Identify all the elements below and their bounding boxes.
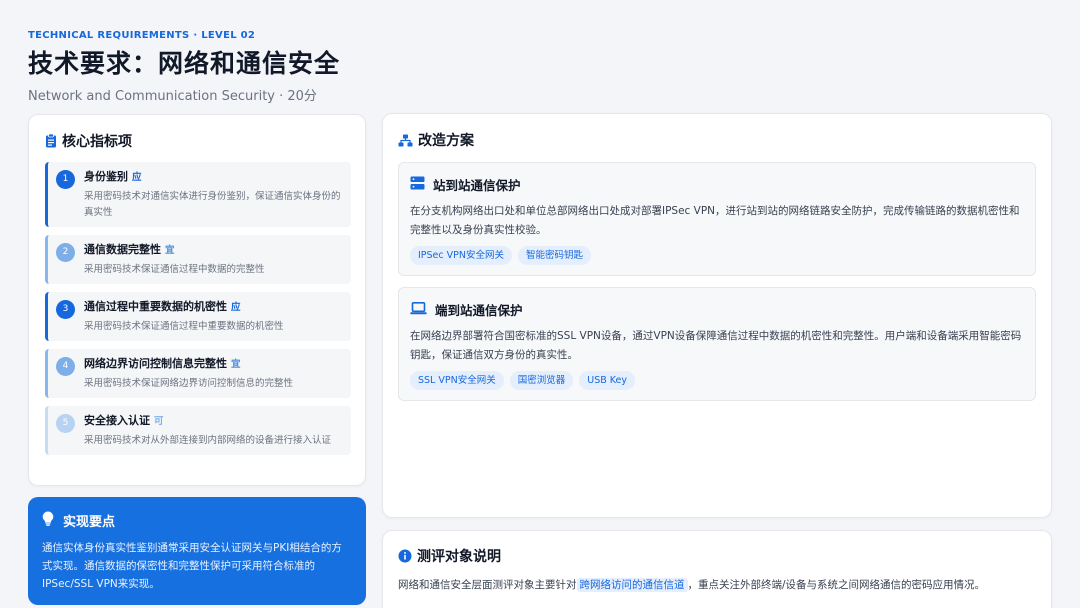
page-title: 技术要求：网络和通信安全	[28, 49, 341, 78]
plan-tags: IPSec VPN安全网关 智能密码钥匙	[410, 246, 1024, 265]
object-text-after: ，重点关注外部终端/设备与系统之间网络通信的密码应用情况。	[687, 579, 986, 591]
indicator-number: 3	[56, 300, 75, 319]
lightbulb-icon	[42, 511, 54, 530]
plans-title: 改造方案	[418, 133, 474, 149]
object-title: 测评对象说明	[417, 549, 501, 565]
indicators-card: 核心指标项 1 身份鉴别应 采用密码技术对通信实体进行身份鉴别，保证通信实体身份…	[28, 114, 366, 486]
indicator-level-tag: 宜	[165, 245, 175, 256]
indicator-level-tag: 可	[154, 416, 164, 427]
object-text: 网络和通信安全层面测评对象主要针对 跨网络访问的通信信道 ，重点关注外部终端/设备与…	[398, 576, 1036, 594]
tag-chip[interactable]: SSL VPN安全网关	[410, 371, 504, 390]
object-text-before: 网络和通信安全层面测评对象主要针对	[398, 579, 577, 591]
indicator-item[interactable]: 3 通信过程中重要数据的机密性应 采用密码技术保证通信过程中重要数据的机密性	[45, 292, 351, 341]
indicator-description: 采用密码技术对从外部连接到内部网络的设备进行接入认证	[84, 435, 332, 446]
indicator-item[interactable]: 5 安全接入认证可 采用密码技术对从外部连接到内部网络的设备进行接入认证	[45, 406, 351, 455]
indicators-title: 核心指标项	[62, 134, 132, 150]
tip-header: 实现要点	[42, 511, 352, 530]
plan-header: 端到站通信保护	[410, 300, 1024, 319]
tag-chip[interactable]: 国密浏览器	[509, 371, 574, 390]
indicators-header: 核心指标项	[45, 131, 351, 151]
indicator-number: 4	[56, 357, 75, 376]
plan-site-to-site: 站到站通信保护 在分支机构网络出口处和单位总部网络出口处成对部署IPSec VP…	[398, 162, 1036, 276]
laptop-icon	[410, 301, 427, 318]
indicator-list: 1 身份鉴别应 采用密码技术对通信实体进行身份鉴别，保证通信实体身份的真实性 2…	[45, 162, 351, 455]
plan-description: 在分支机构网络出口处和单位总部网络出口处成对部署IPSec VPN，进行站到站的…	[410, 205, 1020, 236]
network-icon	[398, 134, 413, 147]
plan-title: 站到站通信保护	[433, 178, 521, 193]
indicator-level-tag: 应	[132, 172, 142, 183]
eyebrow-label: TECHNICAL REQUIREMENTS · LEVEL 02	[28, 30, 256, 41]
tag-chip[interactable]: 智能密码钥匙	[517, 246, 591, 265]
indicator-item[interactable]: 1 身份鉴别应 采用密码技术对通信实体进行身份鉴别，保证通信实体身份的真实性	[45, 162, 351, 227]
plan-description: 在网络边界部署符合国密标准的SSL VPN设备，通过VPN设备保障通信过程中数据…	[410, 330, 1022, 361]
indicator-level-tag: 应	[231, 302, 241, 313]
indicator-number: 5	[56, 414, 75, 433]
indicator-name: 安全接入认证	[84, 414, 150, 427]
indicator-name: 通信数据完整性	[84, 243, 161, 256]
highlight-term: 跨网络访问的通信信道	[576, 578, 688, 592]
clipboard-list-icon	[45, 134, 57, 148]
plan-end-to-site: 端到站通信保护 在网络边界部署符合国密标准的SSL VPN设备，通过VPN设备保…	[398, 287, 1036, 401]
plan-title: 端到站通信保护	[435, 303, 523, 318]
plans-card: 改造方案 站到站通信保护 在分支机构网络出口处和单位总部网络出口处成对部署IPS…	[382, 113, 1052, 518]
indicator-number: 2	[56, 243, 75, 262]
tag-chip[interactable]: USB Key	[579, 371, 635, 390]
plans-header: 改造方案	[398, 130, 1036, 150]
indicator-item[interactable]: 2 通信数据完整性宜 采用密码技术保证通信过程中数据的完整性	[45, 235, 351, 284]
plan-tags: SSL VPN安全网关 国密浏览器 USB Key	[410, 371, 1024, 390]
object-header: 测评对象说明	[398, 546, 1036, 566]
indicator-description: 采用密码技术保证通信过程中重要数据的机密性	[84, 321, 284, 332]
evaluation-object-card: 测评对象说明 网络和通信安全层面测评对象主要针对 跨网络访问的通信信道 ，重点关注外…	[382, 530, 1052, 608]
indicator-item[interactable]: 4 网络边界访问控制信息完整性宜 采用密码技术保证网络边界访问控制信息的完整性	[45, 349, 351, 398]
indicator-description: 采用密码技术保证网络边界访问控制信息的完整性	[84, 378, 294, 389]
info-icon	[398, 549, 412, 563]
implementation-tip-card: 实现要点 通信实体身份真实性鉴别通常采用安全认证网关与PKI相结合的方式实现。通…	[28, 497, 366, 605]
indicator-name: 通信过程中重要数据的机密性	[84, 300, 227, 313]
indicator-level-tag: 宜	[231, 359, 241, 370]
indicator-description: 采用密码技术保证通信过程中数据的完整性	[84, 264, 265, 275]
tip-title: 实现要点	[63, 515, 116, 530]
page-subtitle: Network and Communication Security · 20分	[28, 89, 317, 104]
tip-text: 通信实体身份真实性鉴别通常采用安全认证网关与PKI相结合的方式实现。通信数据的保…	[42, 542, 342, 590]
plan-header: 站到站通信保护	[410, 175, 1024, 194]
indicator-description: 采用密码技术对通信实体进行身份鉴别，保证通信实体身份的真实性	[84, 191, 341, 218]
indicator-name: 网络边界访问控制信息完整性	[84, 357, 227, 370]
server-icon	[410, 176, 425, 193]
indicator-number: 1	[56, 170, 75, 189]
tag-chip[interactable]: IPSec VPN安全网关	[410, 246, 512, 265]
indicator-name: 身份鉴别	[84, 170, 128, 183]
